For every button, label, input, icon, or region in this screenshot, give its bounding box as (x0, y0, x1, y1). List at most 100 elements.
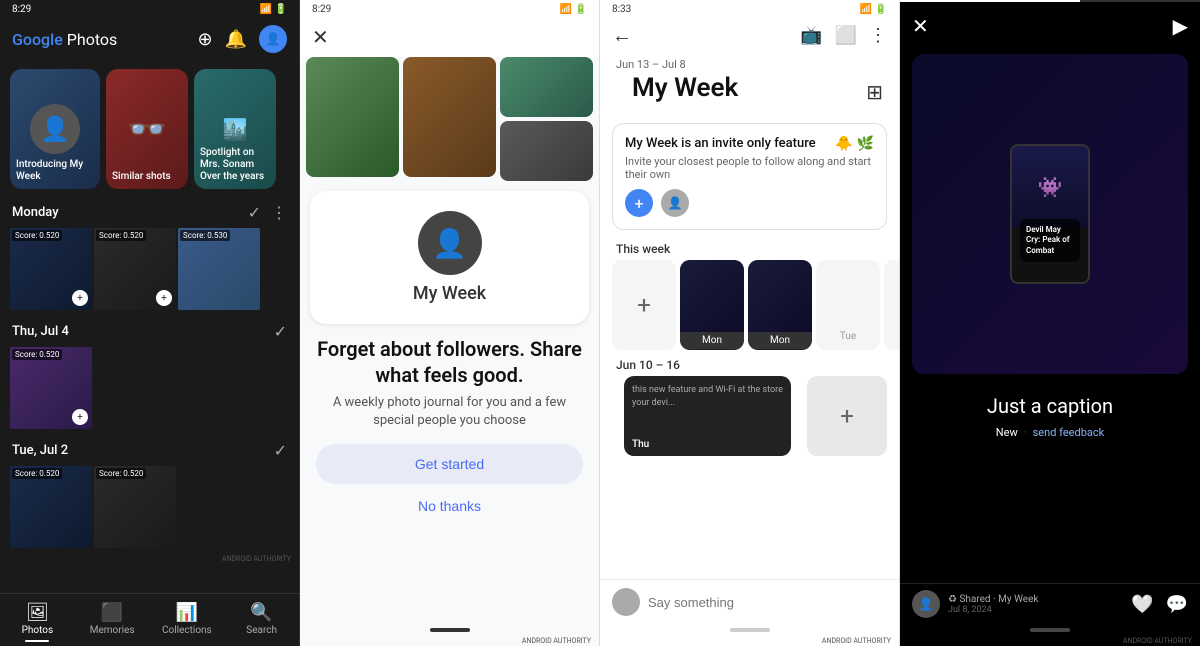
invite-actions: + 👤 (625, 189, 874, 217)
prev-week-add-button[interactable]: + (807, 376, 887, 456)
more-vert-icon[interactable]: ⋮ (271, 203, 287, 222)
shared-info-row: 👤 ♻ Shared · My Week Jul 8, 2024 (912, 590, 1038, 618)
week-day-mon-1[interactable]: Mon (680, 260, 744, 350)
shared-by-label: ♻ Shared · My Week (948, 594, 1038, 605)
shared-avatar: 👤 (912, 590, 940, 618)
photo-thumb-1[interactable]: Score: 0.520 + (10, 228, 92, 310)
nav-active-indicator (25, 640, 49, 642)
memory-label-intro: Introducing My Week (16, 159, 94, 183)
week-day-mon-2-label: Mon (748, 332, 812, 349)
panel4-close-button[interactable]: ✕ (912, 14, 929, 38)
thu-actions: ✓ (274, 322, 287, 341)
monday-section-header: Monday ✓ ⋮ (0, 197, 299, 228)
panel4-bottom-bar: 👤 ♻ Shared · My Week Jul 8, 2024 🤍 💬 (900, 583, 1200, 624)
invite-card: My Week is an invite only feature Invite… (612, 123, 887, 230)
nav-photos[interactable]: 🖼 Photos (7, 602, 67, 642)
panel3-topbar: ← 📺 ⬜ ⋮ (600, 17, 899, 54)
thu-section-header: Thu, Jul 4 ✓ (0, 316, 299, 347)
comment-input[interactable] (648, 595, 887, 610)
memory-card-intro[interactable]: 👤 Introducing My Week (10, 69, 100, 189)
memories-row: 👤 Introducing My Week 👓 Similar shots 🏙️… (0, 61, 299, 197)
shared-info: ♻ Shared · My Week Jul 8, 2024 (948, 594, 1038, 615)
photo-thumb-tue-2[interactable]: Score: 0.520 (94, 466, 176, 548)
prev-week-card[interactable]: this new feature and Wi-Fi at the store … (624, 376, 791, 456)
phone-mockup: 👾 Devil May Cry: Peak of Combat (1010, 144, 1090, 284)
week-days-scroll: + Mon Mon Tue W (600, 260, 899, 350)
add-icon[interactable]: ⊕ (197, 29, 212, 50)
tablet-icon[interactable]: ⬜ (835, 25, 857, 46)
comment-icon[interactable]: 💬 (1166, 594, 1188, 615)
panel4-action-buttons: 🤍 💬 (1131, 594, 1188, 615)
monday-label: Monday (12, 205, 59, 220)
invite-sub: Invite your closest people to follow alo… (625, 155, 874, 181)
thu-check-icon[interactable]: ✓ (274, 322, 287, 341)
photos-header: Google Photos ⊕ 🔔 👤 (0, 17, 299, 61)
week-day-mon-1-label: Mon (680, 332, 744, 349)
week-day-tue: Tue (816, 260, 880, 350)
photo-plus-2[interactable]: + (156, 290, 172, 306)
nav-collections-label: Collections (162, 625, 212, 636)
video-content: 👾 Devil May Cry: Peak of Combat (912, 54, 1188, 374)
week-day-mon-2[interactable]: Mon (748, 260, 812, 350)
tue-check-icon[interactable]: ✓ (274, 441, 287, 460)
prev-thu-label: Thu (632, 439, 649, 450)
feedback-separator: · (1024, 426, 1027, 439)
nav-collections[interactable]: 📊 Collections (157, 602, 217, 642)
score-badge-tue-1: Score: 0.520 (12, 468, 62, 479)
collage-photo-3 (500, 57, 593, 117)
panel2-content: Forget about followers. Share what feels… (300, 328, 599, 624)
grid-view-icon[interactable]: ⊞ (866, 80, 883, 104)
cast-icon[interactable]: 📺 (800, 25, 822, 46)
collections-nav-icon: 📊 (176, 602, 198, 623)
status-icons-1: 📶 🔋 (260, 4, 287, 15)
video-thumbnail[interactable]: 👾 Devil May Cry: Peak of Combat (912, 54, 1188, 374)
like-icon[interactable]: 🤍 (1131, 594, 1153, 615)
bottom-nav: 🖼 Photos ⬛ Memories 📊 Collections 🔍 Sear… (0, 593, 299, 646)
invite-avatar: 👤 (661, 189, 689, 217)
myweek-intro-card: 👤 My Week (310, 191, 589, 324)
photos-text: Photos (67, 30, 118, 49)
photo-plus-thu[interactable]: + (72, 409, 88, 425)
panel-google-photos: 8:29 📶 🔋 Google Photos ⊕ 🔔 👤 👤 Introduci… (0, 0, 300, 646)
photo-thumb-tue-1[interactable]: Score: 0.520 (10, 466, 92, 548)
person-icon: 👤 (40, 115, 70, 143)
nav-memories[interactable]: ⬛ Memories (82, 602, 142, 642)
memory-card-spotlight[interactable]: 🏙️ Spotlight on Mrs. Sonam Over the year… (194, 69, 276, 189)
back-button[interactable]: ← (612, 23, 632, 48)
photo-plus-1[interactable]: + (72, 290, 88, 306)
leaf-emoji: 🌿 (857, 136, 874, 152)
status-bar-1: 8:29 📶 🔋 (0, 0, 299, 17)
tue-actions: ✓ (274, 441, 287, 460)
feedback-link[interactable]: send feedback (1033, 426, 1105, 439)
more-options-icon[interactable]: ⋮ (869, 25, 887, 46)
check-circle-icon[interactable]: ✓ (248, 203, 261, 222)
add-person-button[interactable]: + (625, 189, 653, 217)
status-icons-3: 📶 🔋 (860, 4, 887, 15)
panel4-top: ✕ ▶ (900, 0, 1200, 46)
user-avatar[interactable]: 👤 (259, 25, 287, 53)
time-1: 8:29 (12, 4, 31, 15)
add-day-button[interactable]: + (612, 260, 676, 350)
home-indicator-2 (430, 628, 470, 632)
feedback-row: New · send feedback (900, 424, 1200, 441)
home-indicator-3 (730, 628, 770, 632)
no-thanks-button[interactable]: No thanks (410, 490, 489, 522)
week-title-row: My Week ⊞ (600, 73, 899, 119)
collage-photo-1 (306, 57, 399, 177)
tue-photos: Score: 0.520 Score: 0.520 (0, 466, 299, 554)
bell-icon[interactable]: 🔔 (225, 29, 247, 50)
photo-thumb-2[interactable]: Score: 0.520 + (94, 228, 176, 310)
monday-photos: Score: 0.520 + Score: 0.520 + Score: 0.5… (0, 228, 299, 316)
prev-week-text: this new feature and Wi-Fi at the store … (624, 376, 791, 417)
photo-thumb-3[interactable]: Score: 0.530 (178, 228, 260, 310)
panel4-play-button[interactable]: ▶ (1173, 14, 1188, 38)
nav-search[interactable]: 🔍 Search (232, 602, 292, 642)
nav-photos-label: Photos (22, 625, 54, 636)
close-button[interactable]: ✕ (312, 25, 329, 49)
panel2-topbar: ✕ (300, 17, 599, 57)
shared-date: Jul 8, 2024 (948, 605, 1038, 615)
photo-thumb-thu-1[interactable]: Score: 0.520 + (10, 347, 92, 429)
get-started-button[interactable]: Get started (316, 444, 583, 484)
memory-card-similar[interactable]: 👓 Similar shots (106, 69, 188, 189)
collage-photo-2 (403, 57, 496, 177)
